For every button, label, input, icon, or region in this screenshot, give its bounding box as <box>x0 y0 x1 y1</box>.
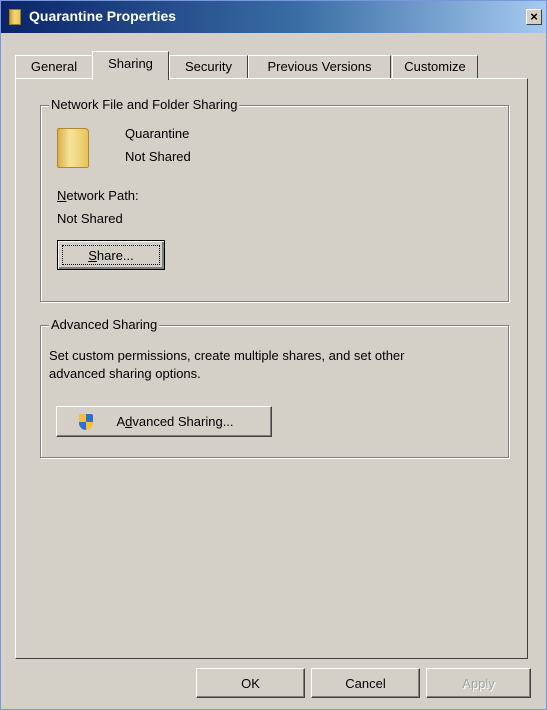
apply-button[interactable]: Apply <box>426 668 531 698</box>
folder-icon <box>57 128 89 168</box>
window-title: Quarantine Properties <box>29 8 177 24</box>
share-status: Not Shared <box>125 149 191 164</box>
network-path-label: Network Path: <box>57 188 139 203</box>
title-bar[interactable]: Quarantine Properties × <box>1 1 546 33</box>
properties-dialog: Quarantine Properties × General Sharing … <box>0 0 547 710</box>
share-button[interactable]: Share... <box>57 240 165 270</box>
sharing-tab-panel: Network File and Folder Sharing Quaranti… <box>15 78 528 659</box>
advanced-sharing-description-line2: advanced sharing options. <box>49 366 201 381</box>
focus-rect <box>62 245 160 265</box>
advanced-sharing-description-line1: Set custom permissions, create multiple … <box>49 348 405 363</box>
network-path-label-rest: etwork Path: <box>66 188 139 203</box>
tab-security[interactable]: Security <box>169 55 248 79</box>
tab-general[interactable]: General <box>15 55 93 79</box>
advanced-sharing-group: Advanced Sharing Set custom permissions,… <box>40 317 509 458</box>
network-sharing-group-title: Network File and Folder Sharing <box>49 97 240 112</box>
close-button[interactable]: × <box>526 9 542 25</box>
tab-previous-versions[interactable]: Previous Versions <box>248 55 391 79</box>
network-path-accel: N <box>57 188 67 203</box>
folder-name: Quarantine <box>125 126 190 141</box>
advanced-sharing-button-rest: vanced Sharing... <box>132 414 234 429</box>
ok-button[interactable]: OK <box>196 668 305 698</box>
advanced-sharing-button-pre: A <box>116 414 126 429</box>
cancel-button[interactable]: Cancel <box>311 668 420 698</box>
advanced-sharing-button-label: Advanced Sharing... <box>94 414 233 429</box>
uac-shield-icon <box>79 414 93 430</box>
advanced-sharing-group-title: Advanced Sharing <box>49 317 160 332</box>
network-sharing-group: Network File and Folder Sharing Quaranti… <box>40 97 509 302</box>
advanced-sharing-button[interactable]: Advanced Sharing... <box>56 406 272 437</box>
tab-sharing[interactable]: Sharing <box>92 51 169 80</box>
tab-customize[interactable]: Customize <box>392 55 478 79</box>
network-path-value: Not Shared <box>57 211 123 226</box>
folder-icon <box>9 9 21 25</box>
